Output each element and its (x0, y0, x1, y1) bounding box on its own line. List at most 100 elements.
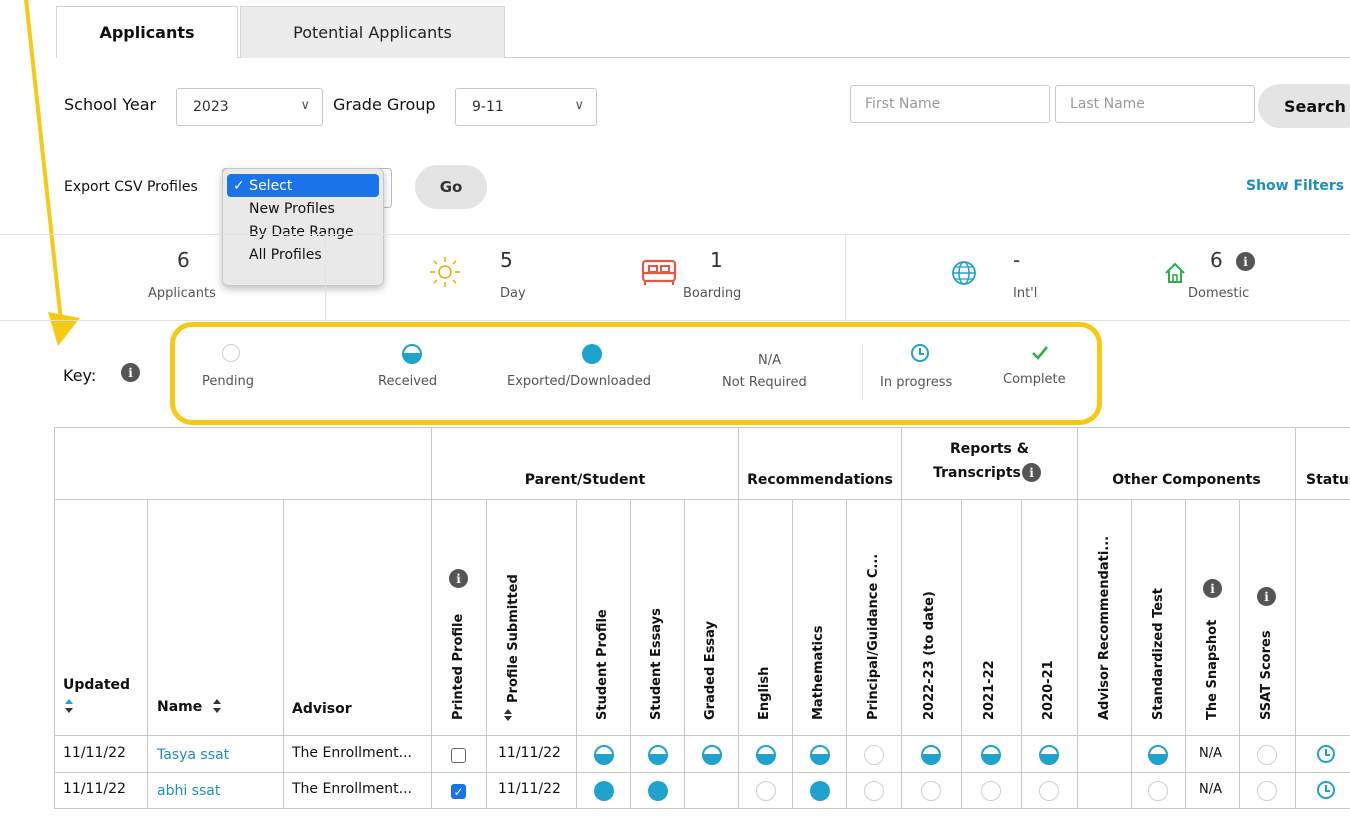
col-updated[interactable]: Updated (63, 677, 130, 693)
table-col-divider (54, 427, 55, 809)
row-name-link[interactable]: abhi ssat (157, 783, 220, 799)
chevron-down-icon: ∨ (574, 98, 584, 113)
received-icon (594, 745, 614, 765)
row-snapshot: N/A (1199, 746, 1222, 761)
info-icon[interactable]: i (1236, 252, 1255, 271)
group-status: Status (1306, 472, 1350, 488)
dropdown-option-all-profiles[interactable]: All Profiles (227, 243, 379, 266)
sort-icon[interactable] (212, 698, 222, 714)
col-graded-essay: Graded Essay (703, 620, 718, 720)
row-advisor: The Enrollment... (292, 781, 412, 797)
group-reports: Reports & (950, 441, 1029, 457)
received-icon (648, 745, 668, 765)
stat-domestic-value: 6 (1210, 248, 1223, 272)
key-na-symbol: N/A (758, 353, 781, 368)
table-col-divider (961, 499, 962, 809)
dropdown-option-select[interactable]: ✓ Select (227, 174, 379, 197)
last-name-input[interactable]: Last Name (1055, 85, 1255, 123)
stat-applicants-value: 6 (177, 248, 190, 272)
table-col-divider (1185, 499, 1186, 809)
printed-profile-checkbox[interactable]: ✓ (451, 784, 466, 799)
group-other-components: Other Components (1112, 472, 1261, 488)
exported-icon (810, 781, 830, 801)
col-name[interactable]: Name (157, 699, 202, 715)
table-col-divider (1295, 427, 1296, 809)
sun-icon (430, 257, 460, 287)
table-col-divider (846, 499, 847, 809)
table-col-divider (684, 499, 685, 809)
col-2020-21: 2020-21 (1041, 660, 1056, 720)
col-principal-guidance: Principal/Guidance C... (866, 553, 881, 720)
key-complete-label: Complete (1003, 372, 1066, 387)
dropdown-option-new-profiles[interactable]: New Profiles (227, 197, 379, 220)
house-icon (1165, 262, 1185, 283)
info-icon[interactable]: i (121, 363, 140, 382)
row-name-link[interactable]: Tasya ssat (157, 747, 229, 763)
clock-icon (1317, 781, 1335, 799)
col-mathematics: Mathematics (811, 625, 826, 720)
pending-icon (1257, 745, 1277, 765)
key-in-progress-label: In progress (880, 375, 953, 390)
pending-icon (864, 745, 884, 765)
stat-intl-value: - (1013, 248, 1021, 272)
key-label: Key: (63, 366, 97, 385)
school-year-value: 2023 (193, 99, 229, 115)
pending-icon (222, 344, 240, 362)
received-icon (756, 745, 776, 765)
tab-potential-applicants[interactable]: Potential Applicants (240, 6, 505, 58)
info-icon[interactable]: i (449, 569, 468, 588)
tab-applicants[interactable]: Applicants (56, 6, 238, 58)
first-name-input[interactable]: First Name (850, 85, 1050, 123)
pending-icon (1039, 781, 1059, 801)
table-group-divider (54, 499, 1350, 500)
table-col-divider (901, 427, 902, 809)
col-2021-22: 2021-22 (982, 660, 997, 720)
stat-day-value: 5 (500, 248, 513, 272)
check-icon (1032, 346, 1049, 360)
school-year-select[interactable]: 2023 ∨ (176, 88, 323, 126)
stat-boarding-value: 1 (710, 248, 723, 272)
export-csv-label: Export CSV Profiles (64, 179, 198, 195)
info-icon[interactable]: i (1203, 579, 1222, 598)
table-col-divider (1021, 499, 1022, 809)
pending-icon (921, 781, 941, 801)
sort-icon[interactable] (64, 698, 74, 714)
col-printed-profile: Printed Profile (451, 613, 466, 720)
exported-icon (648, 781, 668, 801)
pending-icon (981, 781, 1001, 801)
stats-divider (845, 234, 846, 320)
info-icon[interactable]: i (1257, 587, 1276, 606)
pending-icon (864, 781, 884, 801)
dropdown-option-by-date-range[interactable]: By Date Range (227, 220, 379, 243)
grade-group-select[interactable]: 9-11 ∨ (455, 88, 597, 126)
received-icon (921, 745, 941, 765)
exported-icon (582, 344, 602, 364)
go-button[interactable]: Go (415, 165, 487, 209)
search-button[interactable]: Search (1258, 84, 1350, 128)
pending-icon (1148, 781, 1168, 801)
key-pending-label: Pending (202, 374, 254, 389)
stats-bottom-divider (0, 320, 1350, 321)
group-parent-student: Parent/Student (524, 472, 646, 488)
row-snapshot: N/A (1199, 782, 1222, 797)
info-icon[interactable]: i (1022, 463, 1041, 482)
grade-group-label: Grade Group (333, 95, 436, 114)
key-received-label: Received (378, 374, 438, 389)
received-icon (1148, 745, 1168, 765)
col-student-profile: Student Profile (595, 609, 610, 720)
clock-icon (1317, 745, 1335, 763)
received-icon (402, 344, 422, 364)
stats-top-divider (0, 234, 1350, 235)
key-exported-label: Exported/Downloaded (507, 374, 652, 389)
printed-profile-checkbox[interactable] (451, 748, 466, 763)
group-recommendations: Recommendations (747, 472, 893, 488)
table-col-divider (486, 499, 487, 809)
sort-icon[interactable] (503, 708, 513, 722)
show-filters-link[interactable]: Show Filters ∨ (1246, 178, 1350, 194)
globe-icon (952, 261, 976, 285)
col-student-essays: Student Essays (649, 608, 664, 720)
table-col-divider (1239, 499, 1240, 809)
stat-domestic-label: Domestic (1188, 286, 1250, 301)
key-divider (862, 344, 863, 400)
row-updated: 11/11/22 (63, 781, 126, 797)
